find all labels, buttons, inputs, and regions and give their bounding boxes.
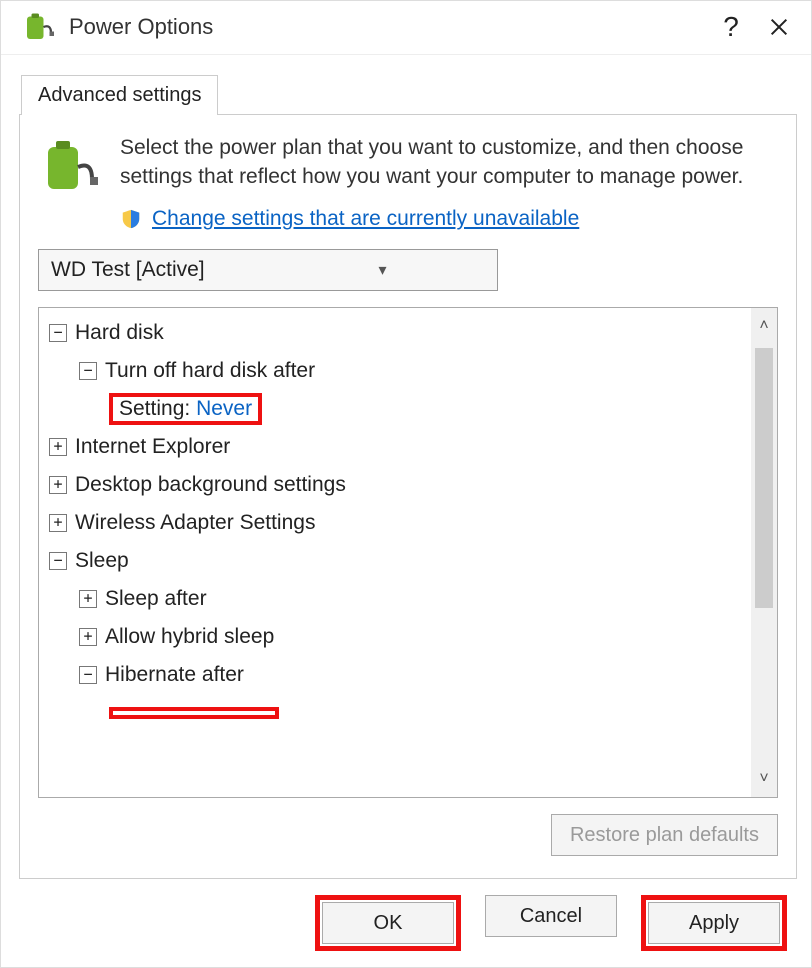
collapse-icon[interactable] xyxy=(49,324,67,342)
expand-icon[interactable] xyxy=(79,628,97,646)
tree-item-hibernate-after[interactable]: Hibernate after xyxy=(43,656,747,694)
tab-advanced-settings[interactable]: Advanced settings xyxy=(21,75,218,115)
tree-item-hard-disk[interactable]: Hard disk xyxy=(43,314,747,352)
highlight-box xyxy=(109,707,279,719)
power-options-dialog: Power Options ? Advanced settings Select… xyxy=(0,0,812,968)
tab-body: Select the power plan that you want to c… xyxy=(19,114,797,879)
intro-text: Select the power plan that you want to c… xyxy=(120,133,778,197)
tree-item-sleep-after[interactable]: Sleep after xyxy=(43,580,747,618)
help-button[interactable]: ? xyxy=(707,3,755,51)
tree-item-turn-off-hard-disk[interactable]: Turn off hard disk after xyxy=(43,352,747,390)
expand-icon[interactable] xyxy=(49,476,67,494)
scrollbar[interactable]: ˄ ˅ xyxy=(751,308,777,797)
close-button[interactable] xyxy=(755,3,803,51)
tree-item-desktop-background[interactable]: Desktop background settings xyxy=(43,466,747,504)
titlebar: Power Options ? xyxy=(1,1,811,55)
scroll-thumb[interactable] xyxy=(755,348,773,608)
change-unavailable-link[interactable]: Change settings that are currently unava… xyxy=(152,207,579,231)
expand-icon[interactable] xyxy=(49,514,67,532)
tree-item-wireless-adapter[interactable]: Wireless Adapter Settings xyxy=(43,504,747,542)
battery-large-icon xyxy=(38,133,102,197)
chevron-down-icon: ▾ xyxy=(268,260,497,280)
ok-button[interactable]: OK xyxy=(322,902,454,944)
dialog-footer: OK Cancel Apply xyxy=(1,879,811,967)
battery-icon xyxy=(21,9,57,45)
highlight-box: Apply xyxy=(641,895,787,951)
collapse-icon[interactable] xyxy=(49,552,67,570)
collapse-icon[interactable] xyxy=(79,666,97,684)
restore-defaults-button[interactable]: Restore plan defaults xyxy=(551,814,778,856)
setting-value[interactable]: Never xyxy=(196,397,252,420)
highlight-box: OK xyxy=(315,895,461,951)
window-title: Power Options xyxy=(69,14,707,40)
tree-item-allow-hybrid-sleep[interactable]: Allow hybrid sleep xyxy=(43,618,747,656)
settings-tree: Hard disk Turn off hard disk after Setti… xyxy=(38,307,778,798)
collapse-icon[interactable] xyxy=(79,362,97,380)
shield-icon xyxy=(120,208,142,230)
cancel-button[interactable]: Cancel xyxy=(485,895,617,937)
tree-item-hard-disk-setting[interactable]: Setting: Never xyxy=(43,390,747,428)
apply-button[interactable]: Apply xyxy=(648,902,780,944)
tree-item-sleep[interactable]: Sleep xyxy=(43,542,747,580)
power-plan-dropdown[interactable]: WD Test [Active] ▾ xyxy=(38,249,498,291)
power-plan-selected: WD Test [Active] xyxy=(39,258,268,282)
scroll-up-icon[interactable]: ˄ xyxy=(751,308,777,344)
expand-icon[interactable] xyxy=(49,438,67,456)
highlight-box: Setting: Never xyxy=(109,393,262,425)
expand-icon[interactable] xyxy=(79,590,97,608)
tree-item-hibernate-setting[interactable] xyxy=(43,694,747,732)
tree-item-internet-explorer[interactable]: Internet Explorer xyxy=(43,428,747,466)
tabstrip: Advanced settings xyxy=(21,75,811,115)
scroll-down-icon[interactable]: ˅ xyxy=(751,761,777,797)
